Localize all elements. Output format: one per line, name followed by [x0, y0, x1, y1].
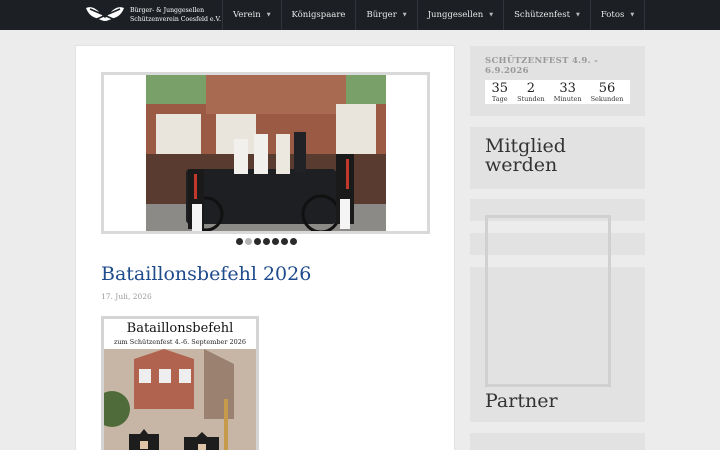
membership-title[interactable]: Mitglied werden — [485, 137, 566, 175]
slider-dot[interactable] — [235, 238, 243, 245]
countdown-title: SCHÜTZENFEST 4.9. - 6.9.2026 — [485, 56, 598, 76]
nav-item-label: Junggesellen — [427, 10, 484, 20]
countdown-value: 56 — [598, 80, 616, 96]
nav-item-fotos[interactable]: Fotos ▼ — [589, 0, 646, 30]
partner-title: Partner — [485, 390, 558, 412]
sidebar-widget-placeholder — [470, 433, 645, 450]
logo-text: Bürger- & Junggesellen Schützenverein Co… — [130, 6, 221, 24]
countdown-value: 35 — [491, 80, 509, 96]
slider-dot[interactable] — [262, 238, 270, 245]
chevron-down-icon: ▼ — [489, 12, 494, 18]
nav-item-schuetzenfest[interactable]: Schützenfest ▼ — [503, 0, 590, 30]
countdown-widget: SCHÜTZENFEST 4.9. - 6.9.2026 35 Tage 2 S… — [470, 46, 645, 116]
countdown-hours: 2 Stunden — [517, 80, 545, 104]
slider-dot-active[interactable] — [244, 238, 252, 245]
chevron-down-icon: ▼ — [402, 12, 407, 18]
poster-photo — [104, 349, 256, 450]
nav-item-label: Schützenfest — [514, 10, 570, 20]
top-navbar: Bürger- & Junggesellen Schützenverein Co… — [0, 0, 720, 30]
countdown-label: Minuten — [553, 94, 582, 103]
poster-title: Bataillonsbefehl — [126, 321, 234, 336]
logo-line-2: Schützenverein Coesfeld e.V. — [130, 16, 221, 23]
slider-dot[interactable] — [253, 238, 261, 245]
crossed-rifles-logo-icon — [86, 7, 124, 23]
countdown-label: Stunden — [517, 94, 545, 103]
partner-widget: Partner — [470, 215, 645, 422]
slide-photo-carriage — [146, 75, 386, 231]
nav-item-koenigspaare[interactable]: Königspaare — [280, 0, 356, 30]
nav-item-buerger[interactable]: Bürger ▼ — [355, 0, 416, 30]
countdown-value: 33 — [559, 80, 576, 96]
chevron-down-icon: ▼ — [266, 12, 271, 18]
logo-line-1: Bürger- & Junggesellen — [130, 7, 205, 14]
chevron-down-icon: ▼ — [576, 12, 580, 18]
partner-image-frame[interactable] — [485, 215, 611, 387]
nav-item-junggesellen[interactable]: Junggesellen ▼ — [416, 0, 503, 30]
slider-dot[interactable] — [289, 238, 297, 245]
poster-subtitle: zum Schützenfest 4.-6. September 2026 — [113, 338, 247, 346]
post-poster-image[interactable]: Bataillonsbefehl zum Schützenfest 4.-6. … — [101, 316, 259, 450]
post-date: 17. Juli, 2026 — [101, 292, 152, 301]
slider-dot[interactable] — [271, 238, 279, 245]
nav-item-label: Fotos — [600, 10, 625, 20]
nav-item-verein[interactable]: Verein ▼ — [222, 0, 281, 30]
countdown-value: 2 — [526, 80, 536, 96]
nav-item-label: Verein — [233, 10, 261, 20]
membership-title-line-2: werden — [485, 154, 558, 176]
nav-item-label: Königspaare — [291, 10, 346, 20]
countdown-days: 35 Tage — [492, 80, 509, 104]
countdown-minutes: 33 Minuten — [554, 80, 582, 104]
countdown-label: Sekunden — [590, 94, 624, 103]
countdown-units: 35 Tage 2 Stunden 33 Minuten 56 Sekunden — [485, 80, 630, 104]
countdown-label: Tage — [491, 94, 508, 103]
nav-item-label: Bürger — [366, 10, 397, 20]
main-content: Bataillonsbefehl 2026 17. Juli, 2026 Bat… — [75, 45, 455, 450]
chevron-down-icon: ▼ — [630, 12, 635, 18]
main-nav: Verein ▼ Königspaare Bürger ▼ Junggesellen… — [222, 0, 646, 30]
slider-dots — [76, 238, 456, 245]
slider-dot[interactable] — [280, 238, 288, 245]
image-slider[interactable] — [101, 72, 430, 234]
membership-widget[interactable]: Mitglied werden — [470, 127, 645, 189]
countdown-seconds: 56 Sekunden — [591, 80, 624, 104]
post-title[interactable]: Bataillonsbefehl 2026 — [101, 263, 311, 285]
site-logo[interactable]: Bürger- & Junggesellen Schützenverein Co… — [84, 4, 221, 26]
